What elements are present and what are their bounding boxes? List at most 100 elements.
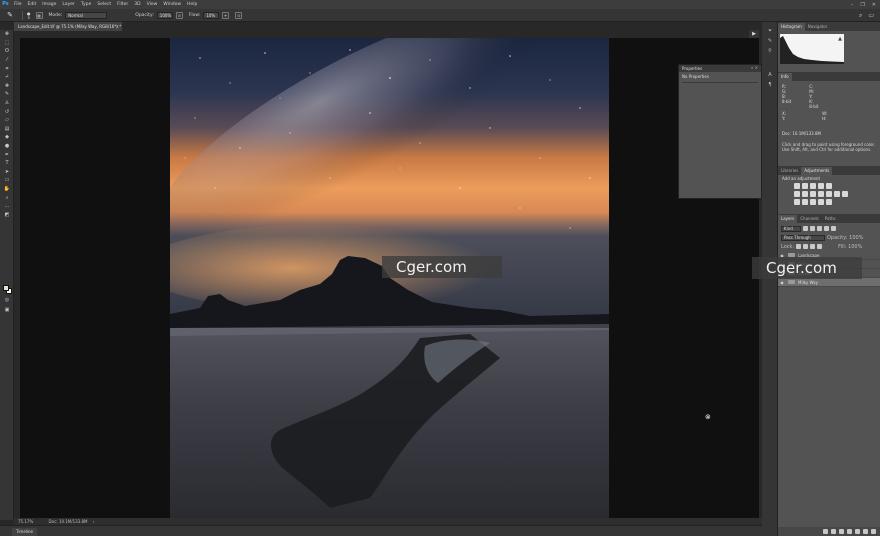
menu-image[interactable]: Image (39, 0, 59, 9)
lock-all-icon[interactable] (817, 244, 823, 249)
menu-window[interactable]: Window (160, 0, 184, 9)
tab-channels[interactable]: Channels (797, 215, 822, 223)
add-mask-icon[interactable] (839, 529, 844, 534)
crop-tool-icon[interactable]: ⌗ (0, 64, 14, 73)
histogram-warning-icon[interactable]: ▲ (838, 36, 842, 42)
gradient-map-icon[interactable] (826, 183, 832, 189)
layer-kind-select[interactable]: Kind (781, 225, 801, 232)
brush-size-picker[interactable]: ● 5 (27, 11, 31, 20)
filter-type-icon[interactable] (817, 226, 822, 231)
type-tool-icon[interactable]: T (0, 159, 14, 168)
shape-tool-icon[interactable]: ▭ (0, 176, 14, 185)
quick-select-tool-icon[interactable]: ⁄ (0, 56, 14, 65)
channel-mixer-icon[interactable] (834, 191, 840, 197)
tab-paths[interactable]: Paths (822, 215, 839, 223)
airbrush-icon[interactable]: ✈ (222, 11, 230, 19)
zoom-level[interactable]: 75.17% (18, 519, 33, 524)
lasso-tool-icon[interactable]: ʘ (0, 47, 14, 56)
filter-pixel-icon[interactable] (803, 226, 808, 231)
document-image[interactable] (170, 38, 609, 518)
marquee-tool-icon[interactable]: ⬚ (0, 39, 14, 48)
tab-info[interactable]: Info (778, 73, 792, 81)
lock-position-icon[interactable] (810, 244, 816, 249)
default-colors-icon[interactable]: ◩ (0, 212, 14, 218)
menu-edit[interactable]: Edit (25, 0, 40, 9)
layer-row-milky-way[interactable]: ◉ Milky Way (778, 278, 880, 287)
brush-panel-icon[interactable]: ▦ (35, 11, 43, 19)
dodge-tool-icon[interactable]: ● (0, 142, 14, 151)
path-select-tool-icon[interactable]: ➤ (0, 168, 14, 177)
opacity-input[interactable]: 100% (156, 11, 173, 19)
new-adjustment-icon[interactable] (847, 529, 852, 534)
tab-libraries[interactable]: Libraries (778, 167, 801, 175)
mode-select[interactable]: Normal (65, 11, 108, 19)
tab-adjustments[interactable]: Adjustments (801, 167, 833, 175)
layer-style-icon[interactable] (831, 529, 836, 534)
black-white-icon[interactable] (818, 191, 824, 197)
lock-paint-icon[interactable] (803, 244, 809, 249)
selective-color-icon[interactable] (818, 199, 824, 205)
menu-select[interactable]: Select (94, 0, 114, 9)
hue-saturation-icon[interactable] (802, 191, 808, 197)
close-icon[interactable]: ✕ (872, 2, 876, 8)
timeline-tab[interactable]: Timeline (12, 528, 38, 536)
play-icon[interactable]: ▶ (749, 30, 759, 38)
move-tool-icon[interactable]: ✥ (0, 30, 14, 39)
filter-adjustment-icon[interactable] (810, 226, 815, 231)
vibrance-icon[interactable] (794, 191, 800, 197)
tab-close-icon[interactable]: × (116, 22, 119, 31)
color-balance-icon[interactable] (810, 191, 816, 197)
foreground-color-swatch[interactable] (3, 285, 9, 291)
new-layer-icon[interactable] (863, 529, 868, 534)
delete-layer-icon[interactable] (871, 529, 876, 534)
blur-tool-icon[interactable]: ◆ (0, 133, 14, 142)
menu-view[interactable]: View (144, 0, 161, 9)
posterize-icon[interactable] (802, 199, 808, 205)
char-panel-icon[interactable]: A (762, 70, 778, 80)
more-tools-icon[interactable]: … (0, 202, 14, 211)
brushes-panel-icon[interactable]: ✎ (762, 36, 778, 46)
clone-stamp-tool-icon[interactable]: ♙ (0, 99, 14, 108)
filter-smart-icon[interactable] (831, 226, 836, 231)
menu-3d[interactable]: 3D (131, 0, 143, 9)
search-icon[interactable]: ⌕ (859, 12, 862, 20)
tab-histogram[interactable]: Histogram (778, 23, 805, 31)
menu-filter[interactable]: Filter (114, 0, 131, 9)
tab-layers[interactable]: Layers (778, 215, 798, 223)
color-lookup-icon[interactable] (842, 191, 848, 197)
status-arrow-icon[interactable]: › (93, 519, 95, 524)
canvas-area[interactable] (20, 38, 759, 518)
screen-mode-icon[interactable]: ▣ (0, 306, 14, 315)
brightness-icon[interactable] (794, 183, 800, 189)
new-group-icon[interactable] (855, 529, 860, 534)
levels-icon[interactable] (802, 183, 808, 189)
healing-tool-icon[interactable]: ✚ (0, 82, 14, 91)
doc-size[interactable]: Doc: 10.1M/133.8M (49, 519, 88, 524)
brush-tool-icon[interactable]: ✎ (0, 90, 14, 99)
hand-tool-icon[interactable]: ✋ (0, 185, 14, 194)
menu-type[interactable]: Type (78, 0, 94, 9)
restore-icon[interactable]: ❐ (860, 2, 864, 8)
photo-filter-icon[interactable] (826, 191, 832, 197)
flow-input[interactable]: 10% (203, 11, 220, 19)
filter-shape-icon[interactable] (824, 226, 829, 231)
eyedropper-tool-icon[interactable]: ⌿ (0, 73, 14, 82)
brush-preset-icon[interactable]: ✎ (2, 10, 18, 21)
document-tab[interactable]: Landscape_Edit.tif @ 75.1% (Milky Way, R… (14, 22, 122, 31)
layer-fill[interactable]: Fill: 100% (838, 244, 862, 250)
pressure-size-icon[interactable]: ⊙ (235, 11, 243, 19)
minimize-icon[interactable]: – (851, 2, 854, 8)
gradient-icon[interactable] (826, 199, 832, 205)
visibility-eye-icon[interactable]: ◉ (778, 280, 786, 285)
zoom-tool-icon[interactable]: ⌕ (0, 193, 14, 202)
pen-tool-icon[interactable]: ✒ (0, 150, 14, 159)
history-panel-icon[interactable]: ⏷ (762, 26, 778, 36)
lock-pixels-icon[interactable] (796, 244, 802, 249)
blend-mode-select[interactable]: Pass Through (781, 234, 825, 241)
curves-icon[interactable] (810, 183, 816, 189)
menu-layer[interactable]: Layer (59, 0, 78, 9)
threshold-icon[interactable] (810, 199, 816, 205)
workspace-icon[interactable]: ▭ (868, 12, 874, 20)
invert-icon[interactable] (794, 199, 800, 205)
tab-navigator[interactable]: Navigator (805, 23, 831, 31)
